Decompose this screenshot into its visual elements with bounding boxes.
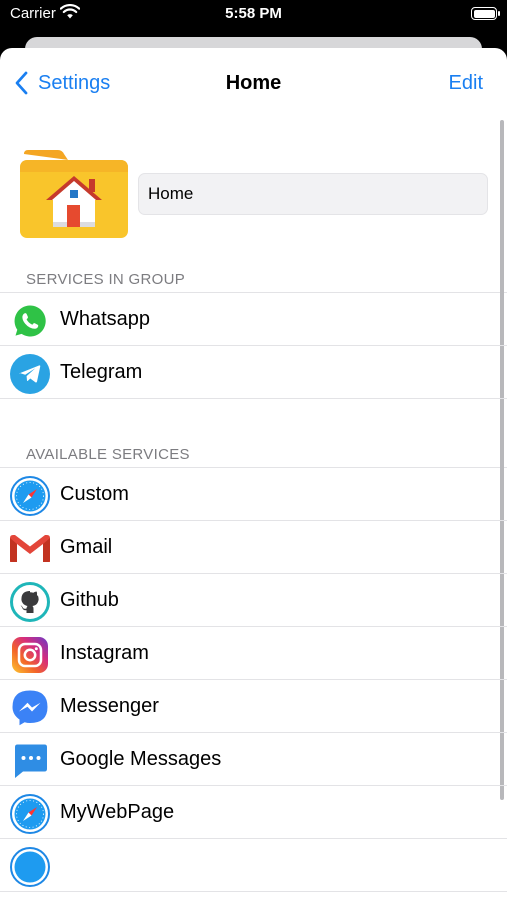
google-messages-icon	[10, 741, 50, 781]
github-icon	[10, 582, 50, 622]
list-item-label: Messenger	[60, 694, 159, 717]
telegram-icon	[10, 354, 50, 394]
battery-icon	[471, 7, 500, 20]
list-item-label: Whatsapp	[60, 307, 151, 330]
group-name-input[interactable]	[138, 173, 488, 215]
available-services-list: Custom Gmail Github Instagram Messenger …	[0, 467, 507, 892]
list-item-telegram[interactable]: Telegram	[0, 346, 507, 399]
page-title: Home	[225, 72, 282, 94]
list-item-label: Github	[60, 588, 119, 611]
list-item-whatsapp[interactable]: Whatsapp	[0, 293, 507, 346]
navigation-bar: Settings Home Edit	[0, 48, 507, 118]
edit-button[interactable]: Edit	[449, 72, 483, 95]
messenger-icon	[10, 688, 50, 728]
modal-sheet: Settings Home Edit SERVICES IN GROUP	[0, 48, 507, 918]
list-item-label: Gmail	[60, 535, 113, 558]
services-in-group-list: Whatsapp Telegram	[0, 292, 507, 399]
whatsapp-icon	[10, 301, 50, 341]
list-item-mywebpage[interactable]: MyWebPage	[0, 786, 507, 839]
section-title-available-services: AVAILABLE SERVICES	[26, 446, 190, 463]
group-header	[0, 118, 507, 268]
list-item-gmail[interactable]: Gmail	[0, 521, 507, 574]
safari-compass-icon	[10, 794, 50, 834]
list-item-messenger[interactable]: Messenger	[0, 680, 507, 733]
clock: 5:58 PM	[225, 5, 282, 22]
section-title-services-in-group: SERVICES IN GROUP	[26, 271, 186, 288]
list-item-label: Telegram	[60, 360, 143, 383]
folder-home-icon[interactable]	[20, 150, 128, 245]
list-item-instagram[interactable]: Instagram	[0, 627, 507, 680]
gmail-icon	[10, 529, 50, 569]
instagram-icon	[10, 635, 50, 675]
safari-compass-icon	[10, 476, 50, 516]
list-item-partial[interactable]	[0, 839, 507, 892]
safari-compass-icon	[10, 847, 50, 887]
list-item-github[interactable]: Github	[0, 574, 507, 627]
list-item-label: Instagram	[60, 641, 149, 664]
list-item-custom[interactable]: Custom	[0, 468, 507, 521]
list-item-google-messages[interactable]: Google Messages	[0, 733, 507, 786]
status-bar: Carrier 5:58 PM	[0, 0, 507, 30]
list-item-label: Custom	[60, 482, 129, 505]
list-item-label: MyWebPage	[60, 800, 175, 823]
list-item-label: Google Messages	[60, 747, 222, 770]
